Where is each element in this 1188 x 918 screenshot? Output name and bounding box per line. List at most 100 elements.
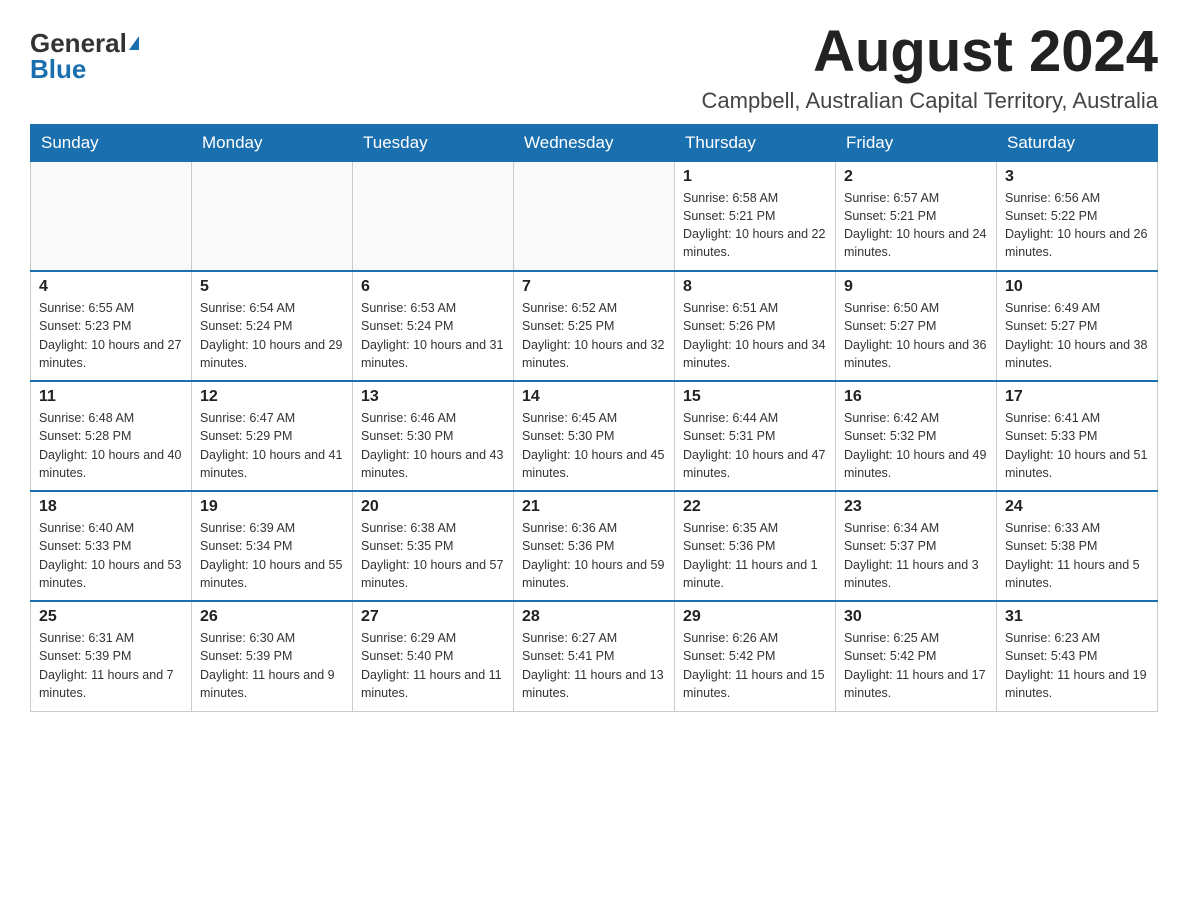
day-number: 17 xyxy=(1005,388,1149,406)
day-info: Sunrise: 6:56 AM Sunset: 5:22 PM Dayligh… xyxy=(1005,189,1149,262)
day-info: Sunrise: 6:27 AM Sunset: 5:41 PM Dayligh… xyxy=(522,629,666,702)
day-number: 22 xyxy=(683,498,827,516)
day-info: Sunrise: 6:55 AM Sunset: 5:23 PM Dayligh… xyxy=(39,299,183,372)
day-number: 18 xyxy=(39,498,183,516)
calendar-cell: 5 Sunrise: 6:54 AM Sunset: 5:24 PM Daylig… xyxy=(192,271,353,381)
day-info: Sunrise: 6:26 AM Sunset: 5:42 PM Dayligh… xyxy=(683,629,827,702)
page-header: General Blue August 2024 Campbell, Austr… xyxy=(30,20,1158,114)
logo-triangle-icon xyxy=(129,36,139,50)
day-info: Sunrise: 6:38 AM Sunset: 5:35 PM Dayligh… xyxy=(361,519,505,592)
day-number: 25 xyxy=(39,608,183,626)
calendar-cell: 21Sunrise: 6:36 AM Sunset: 5:36 PM Dayli… xyxy=(514,491,675,601)
calendar-cell: 2Sunrise: 6:57 AM Sunset: 5:21 PM Daylig… xyxy=(836,161,997,271)
day-number: 9 xyxy=(844,278,988,296)
day-info: Sunrise: 6:47 AM Sunset: 5:29 PM Dayligh… xyxy=(200,409,344,482)
weekday-header-friday: Friday xyxy=(836,124,997,161)
calendar-cell: 17 Sunrise: 6:41 AM Sunset: 5:33 PM Dayli… xyxy=(997,381,1158,491)
day-info: Sunrise: 6:54 AM Sunset: 5:24 PM Dayligh… xyxy=(200,299,344,372)
day-info: Sunrise: 6:35 AM Sunset: 5:36 PM Dayligh… xyxy=(683,519,827,592)
calendar-cell: 28 Sunrise: 6:27 AM Sunset: 5:41 PM Dayli… xyxy=(514,601,675,711)
calendar-cell: 26 Sunrise: 6:30 AM Sunset: 5:39 PM Dayli… xyxy=(192,601,353,711)
calendar-cell: 8 Sunrise: 6:51 AM Sunset: 5:26 PM Daylig… xyxy=(675,271,836,381)
calendar-cell: 18 Sunrise: 6:40 AM Sunset: 5:33 PM Dayli… xyxy=(31,491,192,601)
calendar-cell xyxy=(192,161,353,271)
day-info: Sunrise: 6:49 AM Sunset: 5:27 PM Dayligh… xyxy=(1005,299,1149,372)
calendar-cell: 12 Sunrise: 6:47 AM Sunset: 5:29 PM Dayli… xyxy=(192,381,353,491)
calendar-week-row-2: 4 Sunrise: 6:55 AM Sunset: 5:23 PM Daylig… xyxy=(31,271,1158,381)
day-info: Sunrise: 6:25 AM Sunset: 5:42 PM Dayligh… xyxy=(844,629,988,702)
day-info: Sunrise: 6:51 AM Sunset: 5:26 PM Dayligh… xyxy=(683,299,827,372)
day-info: Sunrise: 6:53 AM Sunset: 5:24 PM Dayligh… xyxy=(361,299,505,372)
day-number: 5 xyxy=(200,278,344,296)
weekday-header-row: SundayMondayTuesdayWednesdayThursdayFrid… xyxy=(31,124,1158,161)
day-info: Sunrise: 6:40 AM Sunset: 5:33 PM Dayligh… xyxy=(39,519,183,592)
day-info: Sunrise: 6:30 AM Sunset: 5:39 PM Dayligh… xyxy=(200,629,344,702)
day-info: Sunrise: 6:23 AM Sunset: 5:43 PM Dayligh… xyxy=(1005,629,1149,702)
calendar-cell xyxy=(514,161,675,271)
calendar-cell: 31 Sunrise: 6:23 AM Sunset: 5:43 PM Dayli… xyxy=(997,601,1158,711)
calendar-week-row-3: 11 Sunrise: 6:48 AM Sunset: 5:28 PM Dayli… xyxy=(31,381,1158,491)
day-info: Sunrise: 6:42 AM Sunset: 5:32 PM Dayligh… xyxy=(844,409,988,482)
calendar-cell: 1Sunrise: 6:58 AM Sunset: 5:21 PM Daylig… xyxy=(675,161,836,271)
day-number: 21 xyxy=(522,498,666,516)
day-info: Sunrise: 6:39 AM Sunset: 5:34 PM Dayligh… xyxy=(200,519,344,592)
calendar-cell xyxy=(31,161,192,271)
calendar-cell: 10 Sunrise: 6:49 AM Sunset: 5:27 PM Dayli… xyxy=(997,271,1158,381)
day-number: 15 xyxy=(683,388,827,406)
day-number: 6 xyxy=(361,278,505,296)
day-info: Sunrise: 6:48 AM Sunset: 5:28 PM Dayligh… xyxy=(39,409,183,482)
month-year-title: August 2024 xyxy=(702,20,1159,84)
day-number: 28 xyxy=(522,608,666,626)
weekday-header-wednesday: Wednesday xyxy=(514,124,675,161)
day-info: Sunrise: 6:34 AM Sunset: 5:37 PM Dayligh… xyxy=(844,519,988,592)
calendar-cell: 15 Sunrise: 6:44 AM Sunset: 5:31 PM Dayli… xyxy=(675,381,836,491)
calendar-table: SundayMondayTuesdayWednesdayThursdayFrid… xyxy=(30,124,1158,712)
day-number: 3 xyxy=(1005,168,1149,186)
day-number: 10 xyxy=(1005,278,1149,296)
weekday-header-thursday: Thursday xyxy=(675,124,836,161)
day-info: Sunrise: 6:50 AM Sunset: 5:27 PM Dayligh… xyxy=(844,299,988,372)
weekday-header-monday: Monday xyxy=(192,124,353,161)
calendar-cell: 27 Sunrise: 6:29 AM Sunset: 5:40 PM Dayli… xyxy=(353,601,514,711)
calendar-cell: 20Sunrise: 6:38 AM Sunset: 5:35 PM Dayli… xyxy=(353,491,514,601)
calendar-cell: 11 Sunrise: 6:48 AM Sunset: 5:28 PM Dayli… xyxy=(31,381,192,491)
day-number: 31 xyxy=(1005,608,1149,626)
day-number: 24 xyxy=(1005,498,1149,516)
day-info: Sunrise: 6:52 AM Sunset: 5:25 PM Dayligh… xyxy=(522,299,666,372)
day-number: 14 xyxy=(522,388,666,406)
day-number: 7 xyxy=(522,278,666,296)
calendar-week-row-4: 18 Sunrise: 6:40 AM Sunset: 5:33 PM Dayli… xyxy=(31,491,1158,601)
day-number: 12 xyxy=(200,388,344,406)
logo-general-text: General xyxy=(30,30,127,56)
calendar-cell: 4 Sunrise: 6:55 AM Sunset: 5:23 PM Daylig… xyxy=(31,271,192,381)
day-number: 29 xyxy=(683,608,827,626)
calendar-week-row-5: 25Sunrise: 6:31 AM Sunset: 5:39 PM Dayli… xyxy=(31,601,1158,711)
day-info: Sunrise: 6:41 AM Sunset: 5:33 PM Dayligh… xyxy=(1005,409,1149,482)
day-number: 11 xyxy=(39,388,183,406)
calendar-cell: 19 Sunrise: 6:39 AM Sunset: 5:34 PM Dayli… xyxy=(192,491,353,601)
day-number: 1 xyxy=(683,168,827,186)
day-info: Sunrise: 6:33 AM Sunset: 5:38 PM Dayligh… xyxy=(1005,519,1149,592)
calendar-cell: 29 Sunrise: 6:26 AM Sunset: 5:42 PM Dayli… xyxy=(675,601,836,711)
title-area: August 2024 Campbell, Australian Capital… xyxy=(702,20,1159,114)
location-subtitle: Campbell, Australian Capital Territory, … xyxy=(702,88,1159,114)
day-number: 19 xyxy=(200,498,344,516)
day-number: 30 xyxy=(844,608,988,626)
day-number: 8 xyxy=(683,278,827,296)
weekday-header-saturday: Saturday xyxy=(997,124,1158,161)
day-info: Sunrise: 6:44 AM Sunset: 5:31 PM Dayligh… xyxy=(683,409,827,482)
calendar-cell: 16 Sunrise: 6:42 AM Sunset: 5:32 PM Dayli… xyxy=(836,381,997,491)
day-number: 23 xyxy=(844,498,988,516)
calendar-cell: 13Sunrise: 6:46 AM Sunset: 5:30 PM Dayli… xyxy=(353,381,514,491)
calendar-cell: 25Sunrise: 6:31 AM Sunset: 5:39 PM Dayli… xyxy=(31,601,192,711)
calendar-cell: 14Sunrise: 6:45 AM Sunset: 5:30 PM Dayli… xyxy=(514,381,675,491)
weekday-header-tuesday: Tuesday xyxy=(353,124,514,161)
day-number: 13 xyxy=(361,388,505,406)
calendar-cell: 22 Sunrise: 6:35 AM Sunset: 5:36 PM Dayli… xyxy=(675,491,836,601)
day-number: 26 xyxy=(200,608,344,626)
calendar-cell: 7 Sunrise: 6:52 AM Sunset: 5:25 PM Daylig… xyxy=(514,271,675,381)
day-number: 27 xyxy=(361,608,505,626)
day-number: 4 xyxy=(39,278,183,296)
day-info: Sunrise: 6:29 AM Sunset: 5:40 PM Dayligh… xyxy=(361,629,505,702)
day-number: 16 xyxy=(844,388,988,406)
